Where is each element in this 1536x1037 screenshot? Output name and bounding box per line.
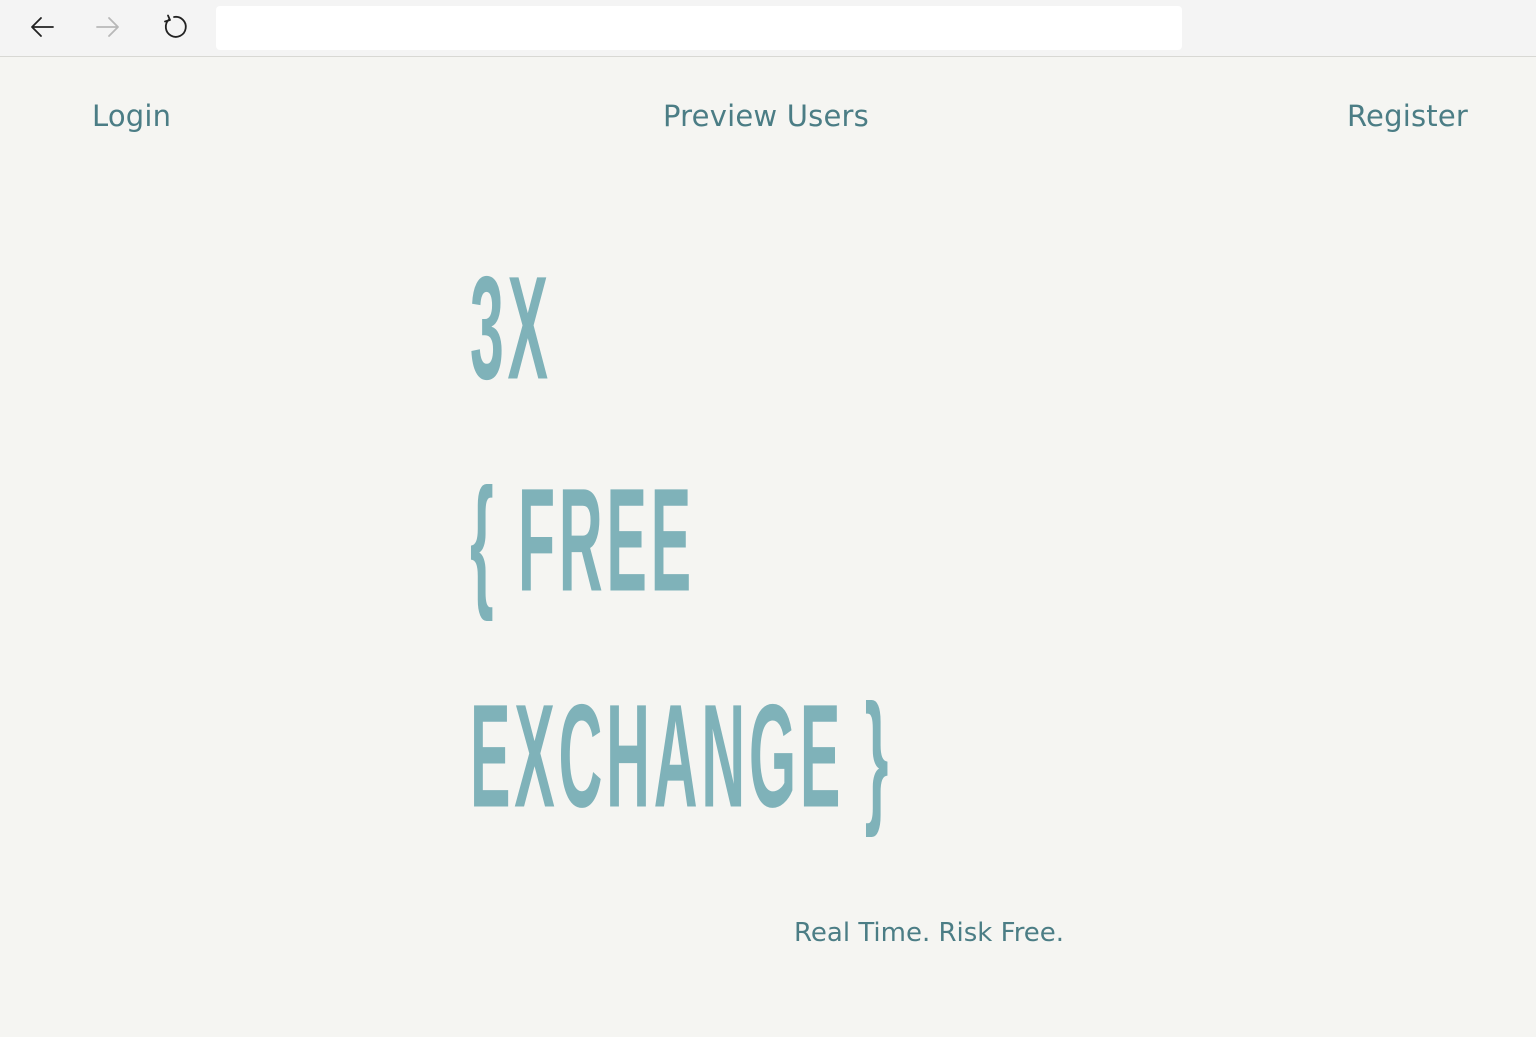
- arrow-left-icon: [28, 13, 56, 41]
- address-bar[interactable]: [216, 6, 1182, 50]
- login-link[interactable]: Login: [92, 102, 171, 131]
- reload-icon: [160, 13, 188, 41]
- logo-line-3x: 3X: [470, 245, 552, 410]
- page-content: Login Preview Users Register 3X { FREE E…: [0, 58, 1536, 1037]
- preview-users-link[interactable]: Preview Users: [663, 102, 869, 131]
- forward-button[interactable]: [90, 9, 126, 45]
- tagline: Real Time. Risk Free.: [794, 918, 1065, 948]
- logo-line-free: { FREE: [470, 457, 695, 622]
- register-link[interactable]: Register: [1347, 102, 1468, 131]
- arrow-right-icon: [94, 13, 122, 41]
- browser-toolbar: [0, 0, 1536, 57]
- reload-button[interactable]: [156, 9, 192, 45]
- logo-line-exchange: EXCHANGE }: [470, 673, 893, 838]
- back-button[interactable]: [24, 9, 60, 45]
